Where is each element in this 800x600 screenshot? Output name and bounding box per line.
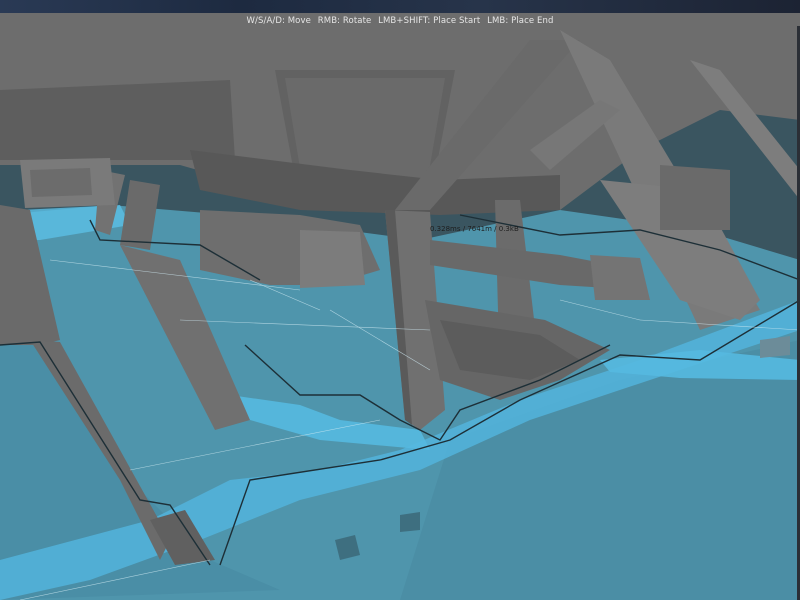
- machine-box: [300, 230, 365, 288]
- left-building-detail: [30, 168, 92, 197]
- upper-structure-shade: [0, 80, 235, 160]
- right-columns: [660, 165, 730, 230]
- title-strip: [0, 0, 800, 13]
- chunk-2: [400, 512, 420, 532]
- app-window: W/S/A/D: Move RMB: Rotate LMB+SHIFT: Pla…: [0, 0, 800, 600]
- scene-render: [0, 13, 800, 600]
- 3d-viewport[interactable]: [0, 13, 800, 600]
